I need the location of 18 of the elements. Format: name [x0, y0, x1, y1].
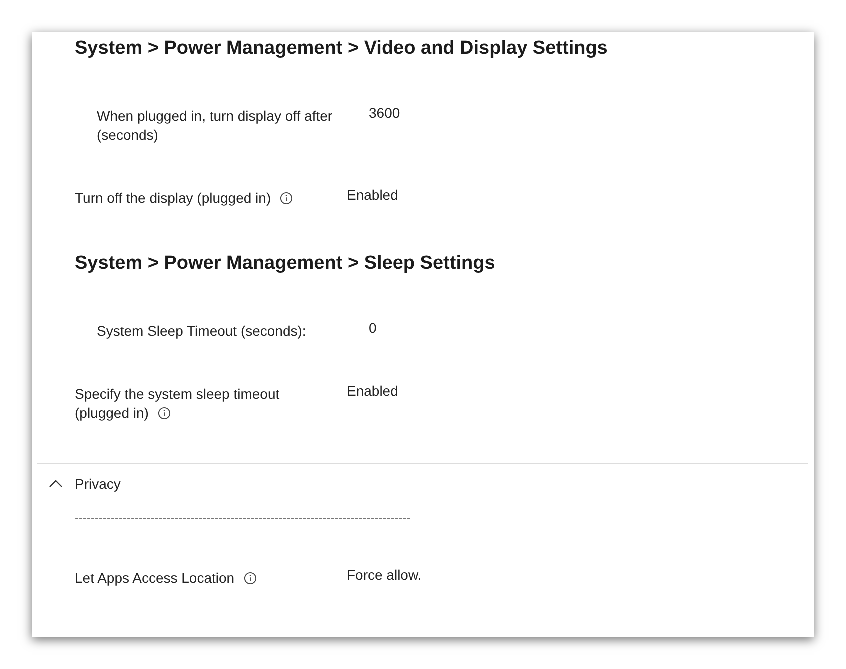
policy-label: Specify the system sleep timeout (plugged in): [75, 385, 281, 423]
section-heading: System > Power Management > Sleep Settings: [75, 252, 496, 276]
chevron-icon: [49, 479, 63, 489]
setting-value: 3600: [369, 104, 400, 123]
policy-label: Let Apps Access Location: [75, 569, 333, 588]
policy-value: Enabled: [347, 382, 398, 401]
policy-label: Turn off the display (plugged in): [75, 189, 333, 208]
section-toggle[interactable]: Privacy: [49, 476, 814, 492]
info-icon[interactable]: [244, 572, 257, 585]
info-icon[interactable]: [158, 407, 171, 420]
setting-label: System Sleep Timeout (seconds):: [97, 322, 308, 341]
separator-text: ------------------------------------------------------------------------------------: [75, 511, 412, 525]
setting-value: 0: [369, 319, 377, 338]
setting-label: When plugged in, turn display off after (seconds): [97, 107, 334, 145]
info-icon[interactable]: [280, 192, 294, 205]
policy-value: Enabled: [347, 186, 398, 205]
section-heading: System > Power Management > Video and Display Settings: [75, 37, 609, 61]
policy-value: Force allow.: [347, 566, 422, 585]
